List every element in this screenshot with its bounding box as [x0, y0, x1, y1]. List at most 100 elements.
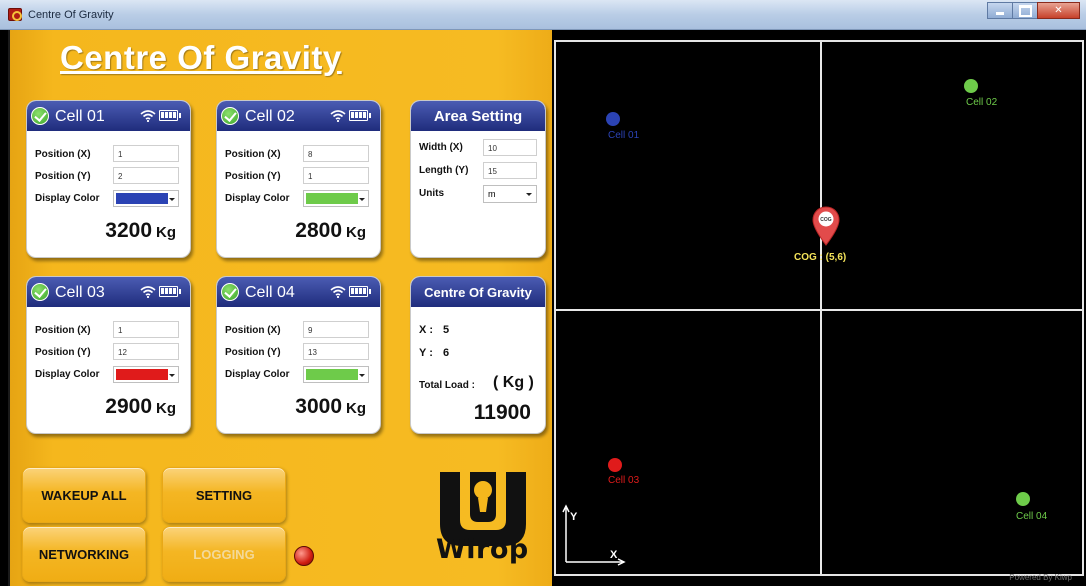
axis-x-label: X [610, 549, 618, 561]
check-circle-icon [221, 107, 239, 125]
weight-value: 2800 [295, 219, 342, 242]
cog-summary-card: Centre Of Gravity X : 5 Y : 6 Total Load… [410, 276, 546, 434]
area-setting-header: Area Setting [411, 101, 545, 131]
position-x-input[interactable]: 8 [303, 145, 369, 162]
wifi-icon [330, 110, 346, 122]
area-setting-card: Area Setting Width (X) 10 Length (Y) 15 … [410, 100, 546, 258]
weight-value: 3200 [105, 219, 152, 242]
check-circle-icon [221, 283, 239, 301]
cell-04-marker[interactable] [1016, 492, 1030, 506]
check-circle-icon [31, 107, 49, 125]
chevron-down-icon [359, 198, 365, 201]
area-setting-title: Area Setting [433, 108, 523, 125]
gravity-plot: Cell 01 Cell 02 Cell 03 Cell 04 COG COG … [554, 40, 1084, 576]
units-select[interactable]: m [483, 185, 537, 203]
chevron-down-icon [169, 374, 175, 377]
app-icon [8, 8, 22, 21]
window-titlebar: Centre Of Gravity ✕ [0, 0, 1086, 30]
length-input[interactable]: 15 [483, 162, 537, 179]
display-color-select[interactable] [113, 190, 179, 207]
powered-by-text: Powered By Kiwp [1009, 573, 1072, 582]
battery-icon [159, 286, 181, 297]
window-border [0, 30, 8, 586]
cog-y-label: Y : [419, 347, 433, 359]
total-load-value: 11900 [473, 401, 531, 424]
minimize-button[interactable] [987, 2, 1013, 19]
cell-card-01: Cell 01 Position (X) 1 Position (Y) 2 Di… [26, 100, 191, 258]
position-y-input[interactable]: 2 [113, 167, 179, 184]
cell-title: Cell 01 [55, 108, 105, 125]
close-button[interactable]: ✕ [1037, 2, 1080, 19]
position-y-input[interactable]: 12 [113, 343, 179, 360]
cell-card-header: Cell 04 [217, 277, 380, 307]
window-border-bottom [552, 576, 1086, 586]
position-x-label: Position (X) [225, 149, 281, 160]
units-label: Units [419, 188, 444, 199]
position-x-label: Position (X) [225, 325, 281, 336]
position-x-input[interactable]: 1 [113, 321, 179, 338]
wakeup-all-button[interactable]: WAKEUP ALL [22, 467, 146, 523]
weight-unit: Kg [346, 400, 366, 417]
cell-title: Cell 03 [55, 284, 105, 301]
wifi-icon [140, 286, 156, 298]
axis-y-label: Y [570, 511, 578, 523]
map-pin-icon: COG [812, 206, 840, 246]
display-color-select[interactable] [303, 366, 369, 383]
cell-02-plot-label: Cell 02 [966, 97, 998, 108]
width-input[interactable]: 10 [483, 139, 537, 156]
position-y-input[interactable]: 13 [303, 343, 369, 360]
cell-01-plot-label: Cell 01 [608, 130, 640, 141]
length-label: Length (Y) [419, 165, 469, 176]
display-color-label: Display Color [225, 193, 290, 204]
status-led-icon [294, 546, 314, 566]
cell-title: Cell 04 [245, 284, 295, 301]
cell-card-03: Cell 03 Position (X) 1 Position (Y) 12 D… [26, 276, 191, 434]
color-swatch [306, 369, 358, 380]
cell-01-marker[interactable] [606, 112, 620, 126]
display-color-select[interactable] [113, 366, 179, 383]
chevron-down-icon [359, 374, 365, 377]
chevron-down-icon [526, 193, 532, 196]
networking-button[interactable]: NETWORKING [22, 526, 146, 582]
wifi-icon [330, 286, 346, 298]
plot-horizontal-axis-line [556, 309, 1082, 311]
cell-02-marker[interactable] [964, 79, 978, 93]
maximize-button[interactable] [1012, 2, 1038, 19]
cog-y-value: 6 [443, 347, 450, 359]
position-x-input[interactable]: 1 [113, 145, 179, 162]
display-color-label: Display Color [35, 369, 100, 380]
cell-weight: 2900 Kg [105, 395, 176, 419]
position-y-label: Position (Y) [225, 171, 281, 182]
cell-card-header: Cell 01 [27, 101, 190, 131]
display-color-select[interactable] [303, 190, 369, 207]
cell-card-header: Cell 02 [217, 101, 380, 131]
page-title: Centre Of Gravity [60, 39, 342, 76]
weight-unit: Kg [156, 400, 176, 417]
xy-axes-icon: Y X [562, 504, 626, 566]
setting-button[interactable]: SETTING [162, 467, 286, 523]
cell-03-marker[interactable] [608, 458, 622, 472]
cell-card-header: Cell 03 [27, 277, 190, 307]
battery-icon [349, 110, 371, 121]
display-color-label: Display Color [35, 193, 100, 204]
chevron-down-icon [169, 198, 175, 201]
check-circle-icon [31, 283, 49, 301]
position-x-input[interactable]: 9 [303, 321, 369, 338]
control-panel: Centre Of Gravity Cell 01 Position (X) 1… [8, 30, 552, 586]
weight-unit: Kg [346, 224, 366, 241]
cog-badge-text: COG [820, 217, 832, 223]
position-y-input[interactable]: 1 [303, 167, 369, 184]
plot-vertical-axis-line [820, 42, 822, 574]
position-y-label: Position (Y) [35, 347, 91, 358]
logging-button[interactable]: LOGGING [162, 526, 286, 582]
display-color-label: Display Color [225, 369, 290, 380]
weight-value: 2900 [105, 395, 152, 418]
wirop-logo-text: Wirop [436, 534, 529, 565]
cell-card-02: Cell 02 Position (X) 8 Position (Y) 1 Di… [216, 100, 381, 258]
cell-weight: 2800 Kg [295, 219, 366, 243]
total-load-unit: ( Kg ) [493, 374, 534, 391]
wifi-icon [140, 110, 156, 122]
position-x-label: Position (X) [35, 325, 91, 336]
cog-plot-label: COG : (5,6) [794, 252, 847, 263]
position-x-label: Position (X) [35, 149, 91, 160]
